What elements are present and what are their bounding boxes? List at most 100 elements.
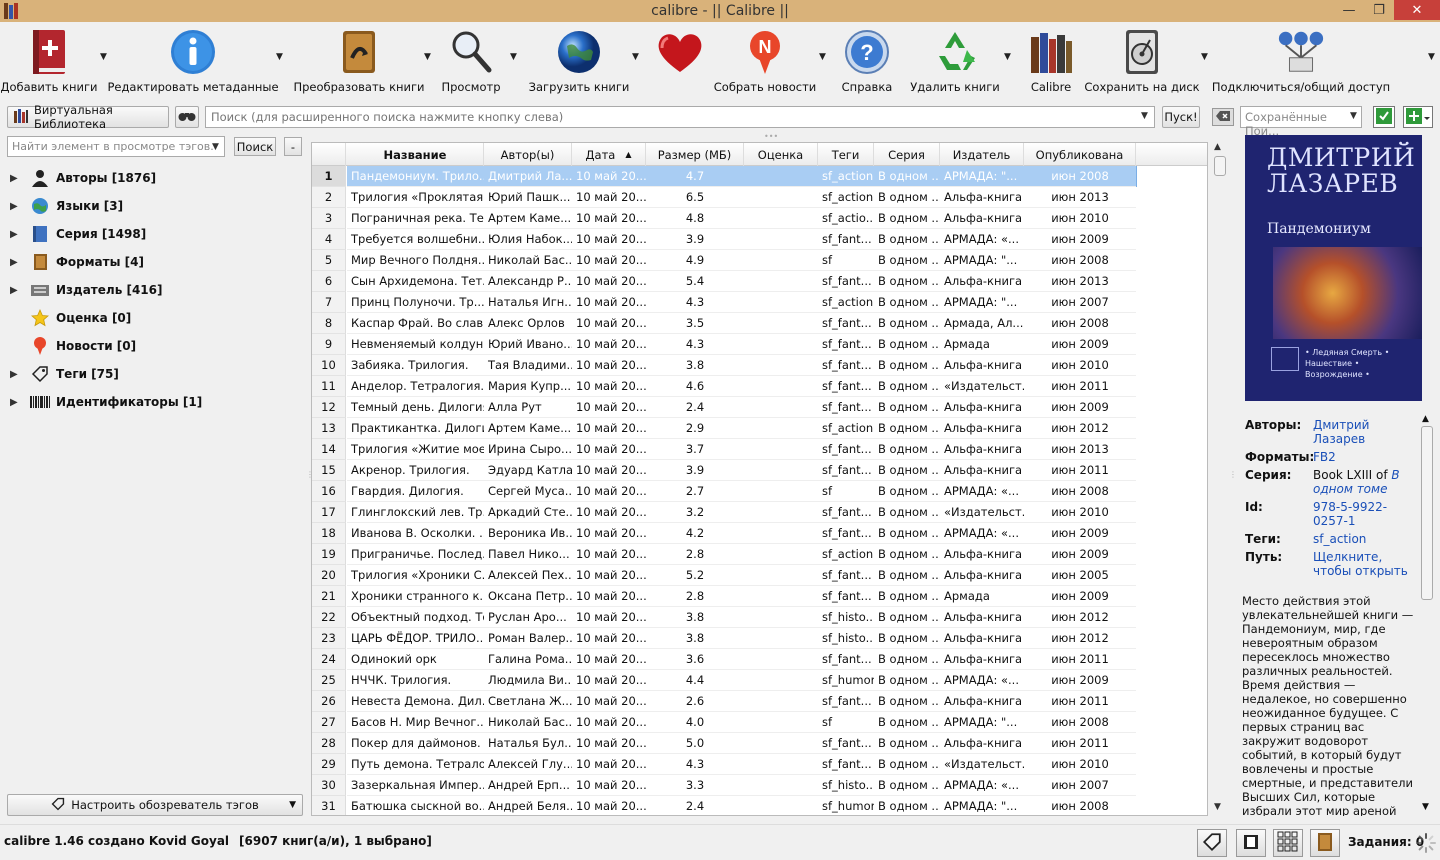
cell-authors[interactable]: Руслан Аро... (484, 607, 572, 628)
cell-publisher[interactable]: Армада (940, 334, 1024, 355)
cell-date[interactable]: 10 май 20... (572, 649, 646, 670)
table-row[interactable]: 12 Темный день. Дилогия. Алла Рут 10 май 20… (312, 397, 1207, 418)
cell-publisher[interactable]: Альфа-книга (940, 271, 1024, 292)
cell-date[interactable]: 10 май 20... (572, 292, 646, 313)
row-number[interactable]: 18 (312, 523, 346, 544)
cell-series[interactable]: В одном ... (874, 208, 940, 229)
cell-series[interactable]: В одном ... (874, 502, 940, 523)
cell-size[interactable]: 2.7 (646, 481, 744, 502)
remove-books-button[interactable]: Удалить книги (910, 22, 1000, 96)
cell-published[interactable]: июн 2008 (1024, 313, 1136, 334)
row-number[interactable]: 8 (312, 313, 346, 334)
cell-title[interactable]: Зазеркальная Импер... (347, 775, 484, 796)
cell-authors[interactable]: Андрей Беля... (484, 796, 572, 815)
cell-publisher[interactable]: Альфа-книга (940, 418, 1024, 439)
table-row[interactable]: 19 Приграничье. Послед... Павел Нико... 10 … (312, 544, 1207, 565)
cell-publisher[interactable]: «Издательст... (940, 502, 1024, 523)
cell-publisher[interactable]: АРМАДА: "... (940, 166, 1024, 187)
cell-size[interactable]: 3.2 (646, 502, 744, 523)
cell-published[interactable]: июн 2010 (1024, 355, 1136, 376)
column-header-tags[interactable]: Теги (818, 143, 874, 166)
cell-rating[interactable] (744, 523, 818, 544)
cell-title[interactable]: НЧЧК. Трилогия. (347, 670, 484, 691)
cell-publisher[interactable]: АРМАДА: "... (940, 712, 1024, 733)
view-button[interactable]: Просмотр (440, 22, 502, 96)
cell-title[interactable]: Мир Вечного Полдня... (347, 250, 484, 271)
cell-date[interactable]: 10 май 20... (572, 607, 646, 628)
cell-authors[interactable]: Людмила Ви... (484, 670, 572, 691)
cell-title[interactable]: Гвардия. Дилогия. (347, 481, 484, 502)
cell-series[interactable]: В одном ... (874, 334, 940, 355)
cell-series[interactable]: В одном ... (874, 166, 940, 187)
cell-tags[interactable]: sf_fant... (818, 439, 874, 460)
tag-node-languages[interactable]: ▶ Языки [3] (0, 192, 310, 220)
cell-rating[interactable] (744, 292, 818, 313)
cell-title[interactable]: Сын Архидемона. Тет... (347, 271, 484, 292)
cell-date[interactable]: 10 май 20... (572, 691, 646, 712)
row-number[interactable]: 31 (312, 796, 346, 815)
cell-series[interactable]: В одном ... (874, 607, 940, 628)
cell-rating[interactable] (744, 712, 818, 733)
cell-size[interactable]: 3.7 (646, 439, 744, 460)
cell-size[interactable]: 4.3 (646, 334, 744, 355)
cell-tags[interactable]: sf_histo... (818, 628, 874, 649)
cell-authors[interactable]: Сергей Муса... (484, 481, 572, 502)
cell-authors[interactable]: Роман Валер... (484, 628, 572, 649)
table-row[interactable]: 5 Мир Вечного Полдня... Николай Бас... 10 м… (312, 250, 1207, 271)
cell-publisher[interactable]: Альфа-книга (940, 397, 1024, 418)
cell-series[interactable]: В одном ... (874, 313, 940, 334)
cell-title[interactable]: Глинглокский лев. Тр... (347, 502, 484, 523)
cell-tags[interactable]: sf_fant... (818, 691, 874, 712)
cell-series[interactable]: В одном ... (874, 628, 940, 649)
row-number[interactable]: 12 (312, 397, 346, 418)
table-row[interactable]: 24 Одинокий орк Галина Рома... 10 май 20...… (312, 649, 1207, 670)
expand-arrow-icon[interactable]: ▶ (10, 397, 18, 408)
tag-node-authors[interactable]: ▶ Авторы [1876] (0, 164, 310, 192)
cell-title[interactable]: Объектный подход. То... (347, 607, 484, 628)
cell-date[interactable]: 10 май 20... (572, 313, 646, 334)
cell-publisher[interactable]: АРМАДА: «... (940, 229, 1024, 250)
cell-size[interactable]: 5.4 (646, 271, 744, 292)
cell-size[interactable]: 2.6 (646, 691, 744, 712)
cell-rating[interactable] (744, 628, 818, 649)
cell-tags[interactable]: sf_fant... (818, 313, 874, 334)
cell-authors[interactable]: Юрий Пашк... (484, 187, 572, 208)
cell-publisher[interactable]: Альфа-книга (940, 691, 1024, 712)
cell-authors[interactable]: Алекс Орлов (484, 313, 572, 334)
toggle-grid-view-button[interactable] (1273, 829, 1303, 857)
table-row[interactable]: 7 Принц Полуночи. Тр... Наталья Игн... 10 м… (312, 292, 1207, 313)
cell-title[interactable]: Иванова В. Осколки. ... (347, 523, 484, 544)
cell-published[interactable]: июн 2008 (1024, 712, 1136, 733)
row-number[interactable]: 19 (312, 544, 346, 565)
tag-node-tags[interactable]: ▶ Теги [75] (0, 360, 310, 388)
cell-date[interactable]: 10 май 20... (572, 712, 646, 733)
cell-rating[interactable] (744, 586, 818, 607)
table-row[interactable]: 18 Иванова В. Осколки. ... Вероника Ив... 1… (312, 523, 1207, 544)
table-row[interactable]: 27 Басов Н. Мир Вечног... Николай Бас... 10… (312, 712, 1207, 733)
cell-published[interactable]: июн 2013 (1024, 187, 1136, 208)
row-number[interactable]: 15 (312, 460, 346, 481)
row-number[interactable]: 30 (312, 775, 346, 796)
row-number[interactable]: 26 (312, 691, 346, 712)
cell-tags[interactable]: sf_humor (818, 670, 874, 691)
table-row[interactable]: 9 Невменяемый колдун... Юрий Ивано... 10 ма… (312, 334, 1207, 355)
add-books-dropdown-icon[interactable]: ▼ (100, 52, 110, 62)
table-row[interactable]: 29 Путь демона. Тетрало... Алексей Глу... 1… (312, 754, 1207, 775)
table-row[interactable]: 8 Каспар Фрай. Во слав... Алекс Орлов 10 ма… (312, 313, 1207, 334)
column-header-rating[interactable]: Оценка (744, 143, 818, 166)
cell-size[interactable]: 5.0 (646, 733, 744, 754)
cell-published[interactable]: июн 2009 (1024, 334, 1136, 355)
cell-rating[interactable] (744, 229, 818, 250)
virtual-library-button[interactable]: Виртуальная Библиотека (7, 103, 169, 131)
cell-series[interactable]: В одном ... (874, 523, 940, 544)
header-corner[interactable] (312, 143, 346, 166)
table-row[interactable]: 30 Зазеркальная Импер... Андрей Ерп... 10 м… (312, 775, 1207, 796)
close-button[interactable]: ✕ (1394, 0, 1440, 20)
cell-size[interactable]: 6.5 (646, 187, 744, 208)
cell-tags[interactable]: sf_actio... (818, 208, 874, 229)
help-button[interactable]: ? Справка (838, 22, 896, 96)
cell-tags[interactable]: sf (818, 712, 874, 733)
view-dropdown-icon[interactable]: ▼ (510, 52, 520, 62)
cell-date[interactable]: 10 май 20... (572, 271, 646, 292)
toggle-tag-browser-button[interactable] (1197, 829, 1227, 857)
